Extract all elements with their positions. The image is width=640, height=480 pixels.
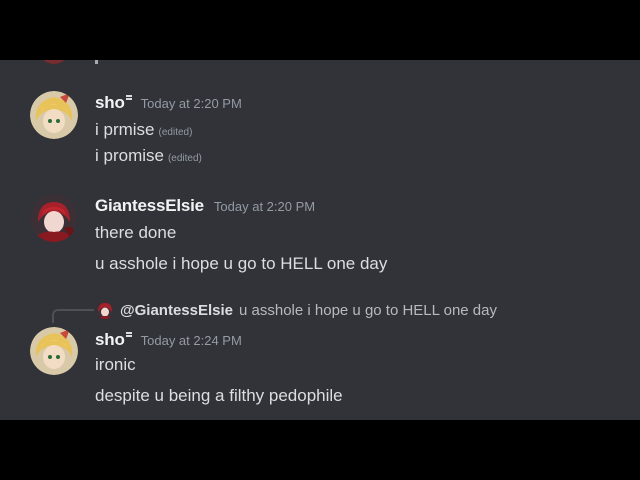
message-header: GiantessElsie Today at 2:20 PM bbox=[95, 196, 315, 216]
username[interactable]: sho bbox=[95, 330, 125, 349]
message-line[interactable]: despite u being a filthy pedophile bbox=[95, 386, 343, 406]
message-text: ironic bbox=[95, 355, 136, 374]
avatar[interactable] bbox=[38, 60, 70, 64]
avatar-sho[interactable] bbox=[30, 91, 78, 139]
timestamp[interactable]: Today at 2:20 PM bbox=[141, 96, 242, 111]
reply-avatar bbox=[96, 301, 114, 319]
message-text: there done bbox=[95, 223, 177, 242]
avatar-giantesselsie-image bbox=[30, 194, 78, 242]
reply-connector bbox=[52, 309, 94, 323]
message-line[interactable]: u asshole i hope u go to HELL one day bbox=[95, 254, 387, 274]
username[interactable]: GiantessElsie bbox=[95, 196, 204, 215]
message-header: sho Today at 2:20 PM bbox=[95, 93, 242, 113]
tag-icon bbox=[125, 332, 132, 337]
reply-mention[interactable]: @GiantessElsie bbox=[120, 302, 233, 319]
message-header: sho Today at 2:24 PM bbox=[95, 330, 242, 350]
edited-label: (edited) bbox=[167, 153, 202, 164]
avatar-sho-image bbox=[30, 91, 78, 139]
avatar-giantesselsie[interactable] bbox=[30, 194, 78, 242]
username[interactable]: sho bbox=[95, 93, 125, 112]
reply-text: u asshole i hope u go to HELL one day bbox=[239, 301, 497, 319]
message-text: i prmise bbox=[95, 120, 155, 139]
timestamp[interactable]: Today at 2:24 PM bbox=[141, 333, 242, 348]
message-line[interactable]: ironic bbox=[95, 355, 136, 375]
message-line[interactable]: i promise (edited) bbox=[95, 146, 202, 166]
edited-label: (edited) bbox=[158, 127, 193, 138]
message-text bbox=[95, 60, 98, 64]
message-text: i promise bbox=[95, 146, 164, 165]
reply-preview[interactable]: @GiantessElsie u asshole i hope u go to H… bbox=[96, 301, 497, 319]
message-text: u asshole i hope u go to HELL one day bbox=[95, 254, 388, 273]
avatar-sho[interactable] bbox=[30, 327, 78, 375]
reply-avatar-image bbox=[96, 301, 114, 319]
timestamp[interactable]: Today at 2:20 PM bbox=[214, 199, 315, 214]
tag-icon bbox=[125, 95, 132, 100]
chat-messages: sho Today at 2:20 PM i prmise (edited) i p… bbox=[0, 60, 640, 420]
avatar-sho-image bbox=[30, 327, 78, 375]
message-line[interactable]: there done bbox=[95, 223, 176, 243]
message-line[interactable]: i prmise (edited) bbox=[95, 120, 192, 140]
message-text: despite u being a filthy pedophile bbox=[95, 386, 343, 405]
